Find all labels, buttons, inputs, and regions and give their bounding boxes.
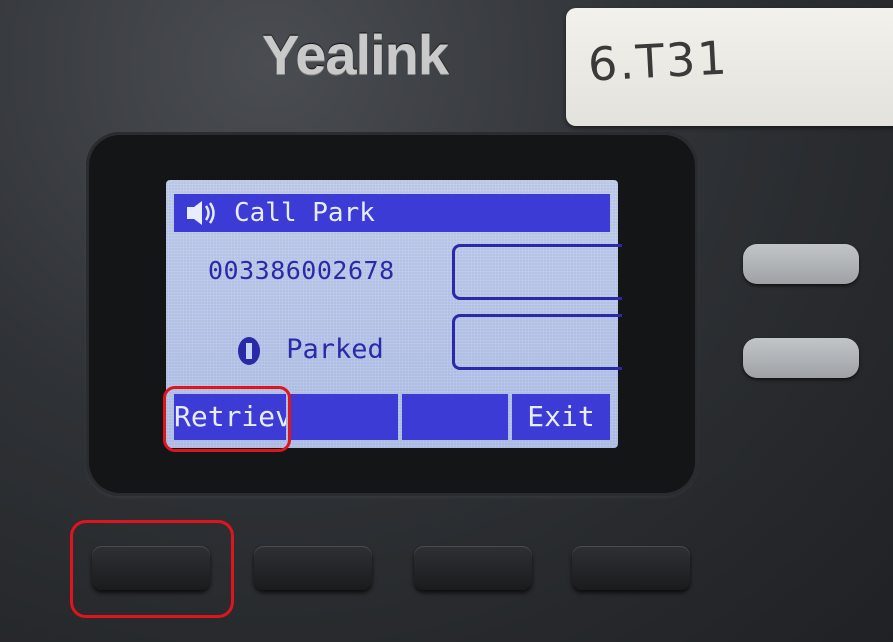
hold-icon: [238, 336, 260, 365]
soft-button-1-highlight-box: [70, 520, 234, 618]
status-text: Parked: [286, 334, 384, 365]
line-key-button-1[interactable]: [743, 244, 859, 284]
soft-button-4[interactable]: [572, 546, 690, 590]
title-bar: Call Park: [174, 194, 610, 232]
speaker-icon: [184, 194, 218, 243]
line-key-label-2: [452, 314, 622, 370]
screen-title: Call Park: [234, 198, 375, 228]
softkey-exit[interactable]: Exit: [512, 394, 610, 440]
retrieve-highlight-box: [163, 386, 291, 452]
line-key-label-1: [452, 244, 622, 300]
sticker-label-text: 6.T31: [586, 30, 730, 92]
softkey-2[interactable]: [290, 394, 398, 440]
soft-button-3[interactable]: [414, 546, 532, 590]
status-line: Parked: [238, 334, 384, 365]
softkey-3[interactable]: [402, 394, 508, 440]
soft-button-2[interactable]: [254, 546, 372, 590]
line-key-button-2[interactable]: [743, 338, 859, 378]
brand-logo: Yealink: [262, 23, 449, 86]
label-sticker: 6.T31: [566, 8, 893, 126]
parked-number: 003386002678: [208, 256, 395, 285]
